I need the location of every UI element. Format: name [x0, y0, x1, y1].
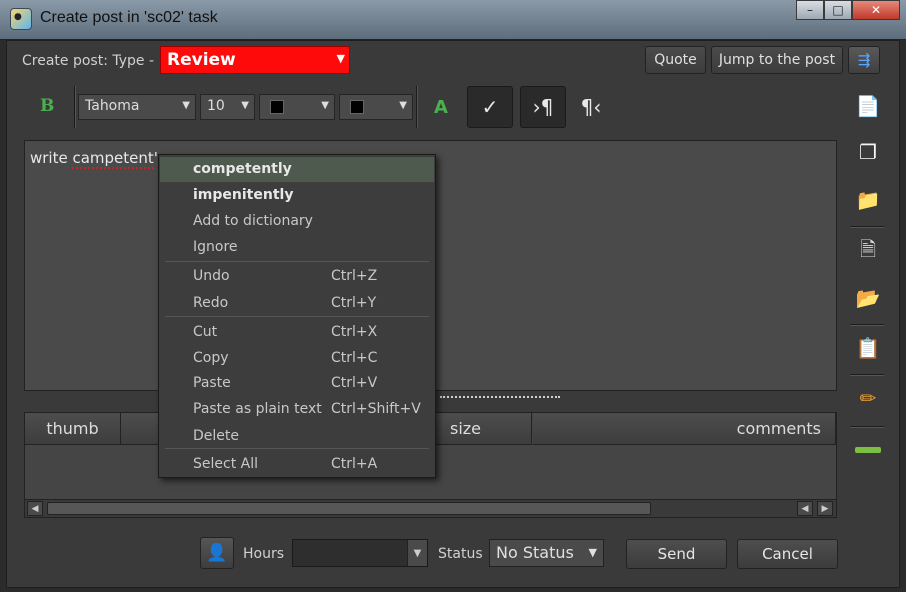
spellcheck-context-menu: competently impenitently Add to dictiona…: [158, 154, 436, 478]
menu-separator: [165, 316, 429, 317]
menu-item-copy[interactable]: Copy Ctrl+C: [160, 346, 434, 371]
spellcheck-icon[interactable]: ✓: [467, 86, 513, 128]
toolbar-separator: [74, 86, 76, 128]
editor-text: write campetent': [30, 149, 158, 169]
post-type-select[interactable]: Review ▼: [160, 46, 350, 74]
status-label: Status: [438, 546, 483, 562]
text-color-swatch: [270, 100, 284, 114]
quote-button[interactable]: Quote: [645, 46, 706, 74]
right-sidebar: 📄 ❐ 📁 🗎 📂 📋 ✏: [844, 80, 892, 500]
font-size-value: 10: [207, 98, 225, 114]
font-family-value: Tahoma: [85, 98, 140, 114]
post-type-value: Review: [167, 50, 236, 70]
hours-input[interactable]: ▼: [292, 539, 428, 567]
menu-separator: [165, 261, 429, 262]
app-icon: ●: [10, 8, 32, 30]
post-type-label: Create post: Type -: [22, 53, 155, 69]
sidebar-separator: [850, 374, 884, 376]
chevron-down-icon: ▼: [182, 100, 190, 111]
paste-icon[interactable]: 📋: [844, 328, 892, 368]
chevron-down-icon: ▼: [321, 100, 329, 111]
menu-item-paste-plain[interactable]: Paste as plain text Ctrl+Shift+V: [160, 397, 434, 422]
sidebar-separator: [850, 226, 884, 228]
menu-item-paste[interactable]: Paste Ctrl+V: [160, 371, 434, 396]
add-to-dictionary-item[interactable]: Add to dictionary: [160, 209, 434, 234]
background-color-select[interactable]: ▼: [339, 94, 413, 120]
horizontal-scrollbar[interactable]: ◀ ◀ ▶: [25, 499, 836, 517]
menu-separator: [165, 448, 429, 449]
sidebar-separator: [850, 426, 884, 428]
title-bar: ● Create post in 'sc02' task – □ ✕: [0, 0, 906, 40]
chevron-down-icon: ▼: [588, 546, 597, 559]
pencil-icon[interactable]: ✏: [844, 378, 892, 418]
scroll-right-icon[interactable]: ▶: [817, 501, 833, 516]
background-color-swatch: [350, 100, 364, 114]
scroll-left-icon[interactable]: ◀: [27, 501, 43, 516]
close-icon[interactable]: ✕: [852, 0, 900, 20]
attach-folder-icon[interactable]: 📂: [844, 278, 892, 318]
chevron-down-icon: ▼: [241, 100, 249, 111]
menu-item-select-all[interactable]: Select All Ctrl+A: [160, 452, 434, 477]
column-header-size[interactable]: size: [436, 413, 532, 445]
splitter-handle[interactable]: [440, 396, 560, 400]
folder-icon[interactable]: 📁: [844, 180, 892, 220]
font-family-select[interactable]: Tahoma ▼: [78, 94, 196, 120]
copy-document-icon[interactable]: ❐: [844, 132, 892, 172]
attach-file-icon[interactable]: 🗎: [844, 232, 892, 272]
menu-item-redo[interactable]: Redo Ctrl+Y: [160, 291, 434, 316]
chevron-down-icon: ▼: [336, 52, 345, 65]
column-header-thumb[interactable]: thumb: [25, 413, 121, 445]
minimize-icon[interactable]: –: [796, 0, 824, 20]
send-button[interactable]: Send: [626, 539, 727, 569]
suggestion-item[interactable]: competently: [160, 157, 434, 182]
scrollbar-thumb[interactable]: [47, 502, 651, 515]
text-color-select[interactable]: ▼: [259, 94, 335, 120]
suggestion-item[interactable]: impenitently: [160, 183, 434, 208]
chevron-down-icon: ▼: [399, 100, 407, 111]
status-value: No Status: [496, 543, 574, 562]
sidebar-separator: [850, 324, 884, 326]
font-color-icon[interactable]: A: [418, 86, 464, 128]
ltr-paragraph-icon[interactable]: ›¶: [520, 86, 566, 128]
window-title: Create post in 'sc02' task: [40, 9, 218, 26]
bold-button[interactable]: B: [40, 96, 54, 116]
font-size-select[interactable]: 10 ▼: [200, 94, 255, 120]
misspelled-word[interactable]: campetent: [72, 149, 154, 169]
new-document-icon[interactable]: 📄: [844, 86, 892, 126]
hours-label: Hours: [243, 546, 285, 562]
cancel-button[interactable]: Cancel: [737, 539, 838, 569]
menu-item-delete[interactable]: Delete: [160, 424, 434, 449]
menu-item-undo[interactable]: Undo Ctrl+Z: [160, 264, 434, 289]
ignore-item[interactable]: Ignore: [160, 235, 434, 260]
menu-item-cut[interactable]: Cut Ctrl+X: [160, 320, 434, 345]
window-controls: – □ ✕: [796, 0, 900, 20]
scroll-left-icon[interactable]: ◀: [797, 501, 813, 516]
jump-to-post-button[interactable]: Jump to the post: [711, 46, 843, 74]
pin-icon[interactable]: ⇶: [848, 46, 880, 74]
minus-icon[interactable]: [844, 430, 892, 470]
status-select[interactable]: No Status ▼: [489, 539, 604, 567]
chevron-down-icon[interactable]: ▼: [407, 540, 427, 566]
rtl-paragraph-icon[interactable]: ¶‹: [568, 86, 614, 128]
maximize-icon[interactable]: □: [824, 0, 852, 20]
assign-user-icon[interactable]: 👤: [200, 537, 234, 569]
column-header-comments[interactable]: comments: [533, 413, 836, 445]
